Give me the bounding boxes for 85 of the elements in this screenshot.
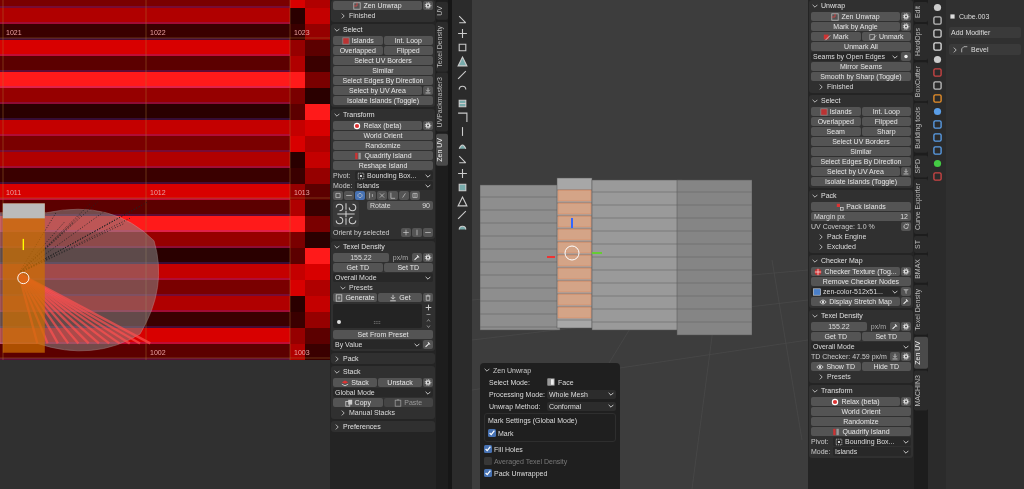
caret-icon: [892, 288, 898, 295]
seam-icon: [869, 32, 877, 41]
tool-icon[interactable]: [456, 196, 468, 207]
arrow-pad-icon[interactable]: [333, 201, 359, 227]
align-icon[interactable]: [388, 191, 398, 200]
face-select-icon[interactable]: [547, 378, 555, 386]
tool-icon[interactable]: [456, 14, 468, 25]
checkbox[interactable]: [484, 445, 492, 453]
checkbox[interactable]: [484, 469, 492, 477]
tool-icon[interactable]: [456, 70, 468, 81]
target-icon: [831, 397, 840, 406]
gear-icon[interactable]: [901, 352, 911, 361]
plus-icon[interactable]: [424, 304, 432, 311]
gear-icon[interactable]: [423, 121, 433, 130]
target-icon: [353, 121, 362, 130]
pivot-icon: [357, 171, 365, 180]
caret-icon: [892, 53, 898, 60]
align-icon[interactable]: [377, 191, 387, 200]
align-icon[interactable]: [355, 191, 365, 200]
checkbox[interactable]: [488, 429, 496, 437]
filter-icon[interactable]: [901, 287, 911, 296]
up-icon[interactable]: [424, 318, 432, 323]
align-icon[interactable]: [423, 228, 433, 237]
paste-icon: [394, 398, 403, 407]
align-icon[interactable]: [366, 191, 376, 200]
tool-icon[interactable]: [456, 56, 468, 67]
checker-icon: [814, 267, 823, 276]
tool-icon[interactable]: [456, 168, 468, 179]
minus-icon[interactable]: [424, 312, 432, 317]
tool-icon[interactable]: [456, 210, 468, 221]
gear-icon[interactable]: [423, 253, 433, 262]
bars-icon: [832, 427, 841, 436]
align-icon[interactable]: [410, 191, 420, 200]
download-icon: [389, 293, 398, 302]
square-icon: [819, 107, 828, 116]
caret-icon: [903, 343, 909, 350]
download-icon[interactable]: [890, 352, 900, 361]
eye-icon: [819, 297, 828, 306]
dot-icon: [337, 320, 341, 324]
trash-icon[interactable]: [423, 293, 433, 302]
eye-icon: [816, 362, 825, 371]
download-icon[interactable]: [901, 167, 911, 176]
tool-icon[interactable]: [456, 42, 468, 53]
caret-icon: [425, 274, 431, 281]
stack-icon: [341, 378, 350, 387]
grip-icon[interactable]: [373, 320, 383, 325]
download-icon[interactable]: [423, 86, 433, 95]
caret-icon: [425, 389, 431, 396]
eyedropper-icon[interactable]: [890, 322, 900, 331]
tool-icon[interactable]: [456, 112, 468, 123]
square-icon: [341, 36, 350, 45]
caret-icon: [414, 341, 420, 348]
bars-icon: [354, 151, 363, 160]
gear-icon[interactable]: [901, 22, 911, 31]
cube-icon: [949, 13, 956, 20]
uv-grid-icon: [353, 1, 362, 10]
gear-icon[interactable]: [901, 12, 911, 21]
align-icon[interactable]: [333, 191, 343, 200]
eyedropper-icon[interactable]: [412, 253, 422, 262]
pack-icon: [836, 202, 845, 211]
gear-icon[interactable]: [901, 397, 911, 406]
image-icon: [813, 287, 821, 296]
document-icon: [335, 293, 344, 302]
down-icon[interactable]: [424, 324, 432, 329]
bevel-icon: [961, 46, 968, 53]
eyedropper-icon[interactable]: [423, 340, 433, 349]
refresh-icon[interactable]: [901, 222, 911, 231]
tool-icon[interactable]: [456, 28, 468, 39]
gear-icon[interactable]: [901, 267, 911, 276]
tool-icon[interactable]: [456, 154, 468, 165]
tool-icon[interactable]: [456, 98, 468, 109]
align-icon[interactable]: [412, 228, 422, 237]
dot-icon[interactable]: [901, 52, 911, 61]
copy-icon: [344, 398, 353, 407]
uv-grid-icon: [831, 12, 840, 21]
align-icon[interactable]: [399, 191, 409, 200]
seam-icon: [822, 32, 831, 41]
pivot-icon: [835, 437, 843, 446]
align-icon[interactable]: [344, 191, 354, 200]
gear-icon[interactable]: [423, 1, 433, 10]
tool-icon[interactable]: [456, 182, 468, 193]
gear-icon[interactable]: [901, 322, 911, 331]
align-icon[interactable]: [401, 228, 411, 237]
eyedropper-icon[interactable]: [901, 297, 911, 306]
gear-icon[interactable]: [423, 378, 433, 387]
